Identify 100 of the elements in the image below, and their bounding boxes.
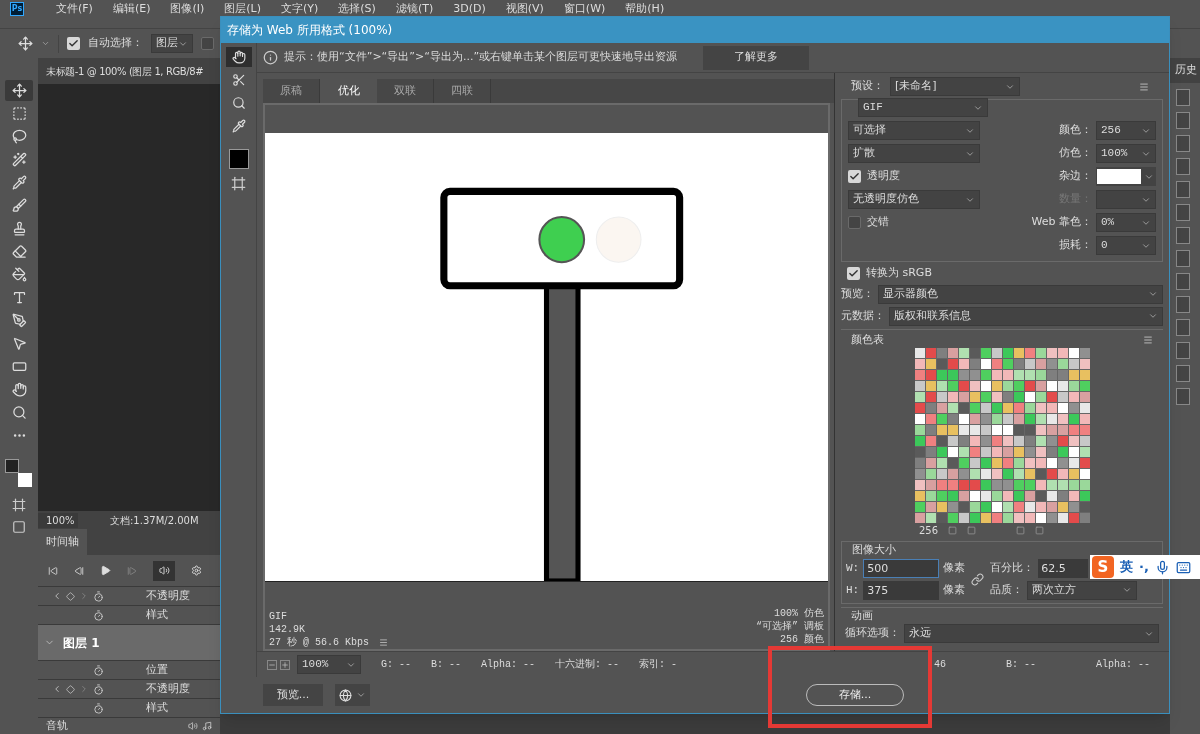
history-row-icon[interactable] (1176, 272, 1190, 290)
value-dropdown[interactable]: 100% (1096, 144, 1156, 163)
keyframe-icon[interactable] (66, 684, 75, 694)
hand-icon[interactable] (231, 50, 246, 64)
marquee-icon[interactable] (11, 106, 27, 121)
zoom-out-icon[interactable] (267, 659, 277, 670)
value-dropdown[interactable]: 0 (1096, 236, 1156, 255)
learn-more-button[interactable]: 了解更多 (703, 45, 810, 70)
panel-menu-icon[interactable] (1139, 81, 1149, 92)
history-row-icon[interactable] (1176, 295, 1190, 313)
link-icon[interactable] (971, 572, 985, 586)
eyedropper-icon[interactable] (11, 175, 27, 190)
quality-dropdown[interactable]: 两次立方 (1027, 580, 1138, 600)
stopwatch-icon[interactable] (93, 702, 104, 714)
stopwatch-icon[interactable] (93, 609, 104, 621)
play-icon[interactable] (100, 565, 111, 576)
menu-icon[interactable] (379, 638, 388, 647)
menu-item[interactable]: 窗口(W) (563, 2, 606, 16)
option-dropdown[interactable]: 无透明度仿色 (848, 190, 980, 209)
menu-item[interactable]: 视图(V) (505, 2, 544, 16)
history-row-icon[interactable] (1176, 364, 1190, 382)
audio-button[interactable] (153, 560, 175, 581)
preview-button[interactable]: 预览... (263, 684, 323, 706)
magic-wand-icon[interactable] (11, 152, 27, 167)
percent-field[interactable]: 62.5 (1038, 558, 1089, 578)
eraser-icon[interactable] (11, 244, 27, 259)
history-row-icon[interactable] (1176, 180, 1190, 198)
pen-icon[interactable] (11, 313, 27, 328)
microphone-icon[interactable] (1154, 559, 1170, 575)
panel-menu-icon[interactable] (1143, 334, 1153, 345)
zoom-dropdown[interactable]: 100% (297, 655, 361, 674)
previous-keyframe-icon[interactable] (52, 684, 62, 694)
stamp-icon[interactable] (11, 221, 27, 236)
view-tab[interactable]: 双联 (377, 79, 434, 103)
timeline-tab[interactable]: 时间轴 (38, 529, 87, 555)
option-dropdown[interactable]: 扩散 (848, 144, 980, 163)
value-dropdown[interactable]: 256 (1096, 121, 1156, 140)
preview-dropdown[interactable]: 显示器颜色 (878, 284, 1163, 304)
brush-icon[interactable] (11, 198, 27, 213)
menu-item[interactable]: 编辑(E) (112, 2, 151, 16)
menu-item[interactable]: 图像(I) (170, 2, 205, 16)
menu-item[interactable]: 3D(D) (453, 2, 486, 16)
target-dropdown[interactable]: 图层 (151, 34, 193, 53)
hand-icon[interactable] (11, 382, 27, 397)
history-row-icon[interactable] (1176, 88, 1190, 106)
history-row-icon[interactable] (1176, 226, 1190, 244)
checkbox[interactable] (848, 170, 861, 183)
previous-keyframe-icon[interactable] (52, 591, 62, 601)
eyedropper-icon[interactable] (231, 119, 246, 133)
metadata-dropdown[interactable]: 版权和联系信息 (889, 306, 1163, 326)
keyboard-icon[interactable] (1175, 559, 1191, 575)
stopwatch-icon[interactable] (93, 683, 104, 695)
keyframe-icon[interactable] (66, 591, 75, 601)
checkbox[interactable] (847, 266, 860, 280)
move-icon[interactable] (18, 36, 33, 51)
view-tab[interactable]: 四联 (434, 79, 491, 103)
history-row-icon[interactable] (1176, 203, 1190, 221)
volume-icon[interactable] (188, 721, 198, 731)
pointer-icon[interactable] (11, 336, 27, 351)
history-row-icon[interactable] (1176, 341, 1190, 359)
chevron-down-icon[interactable] (41, 39, 50, 48)
value-dropdown[interactable]: 0% (1096, 213, 1156, 232)
height-field[interactable]: 375 (863, 580, 940, 600)
menu-item[interactable]: 文件(F) (56, 2, 93, 16)
history-row-icon[interactable] (1176, 134, 1190, 152)
hand-tool[interactable] (225, 47, 252, 67)
slice-color-swatch[interactable] (228, 149, 249, 169)
checkbox[interactable] (848, 216, 861, 229)
settings-icon[interactable] (191, 565, 202, 576)
history-panel-title[interactable]: 历史 (1170, 58, 1200, 83)
history-row-icon[interactable] (1176, 249, 1190, 267)
history-row-icon[interactable] (1176, 111, 1190, 129)
stopwatch-icon[interactable] (93, 590, 104, 602)
move-tool[interactable] (5, 80, 33, 101)
menu-item[interactable]: 文字(Y) (281, 2, 319, 16)
menu-item[interactable]: 选择(S) (338, 2, 376, 16)
checkbox[interactable] (67, 37, 80, 50)
menu-item[interactable]: 帮助(H) (625, 2, 665, 16)
previous-frame-icon[interactable] (74, 565, 84, 576)
type-icon[interactable] (11, 290, 27, 305)
preset-dropdown[interactable]: [未命名] (890, 77, 1020, 96)
checkbox[interactable] (201, 37, 214, 50)
move-icon[interactable] (11, 83, 27, 98)
input-mode[interactable]: 英 (1120, 557, 1133, 577)
browser-dropdown[interactable] (335, 684, 370, 706)
punctuation-mode[interactable]: ·, (1139, 557, 1149, 577)
width-field[interactable]: 500 (863, 558, 940, 578)
loop-dropdown[interactable]: 永远 (904, 624, 1159, 643)
matte-dropdown[interactable] (1096, 167, 1156, 186)
zoom-icon[interactable] (11, 405, 27, 420)
history-row-icon[interactable] (1176, 157, 1190, 175)
speaker-icon[interactable] (158, 565, 170, 576)
paint-bucket-icon[interactable] (11, 267, 27, 282)
background-color-swatch[interactable] (18, 473, 32, 487)
rectangle-icon[interactable] (11, 359, 27, 374)
history-row-icon[interactable] (1176, 387, 1190, 405)
app-logo[interactable]: Ps (10, 2, 24, 16)
menu-item[interactable]: 图层(L) (224, 2, 261, 16)
music-icon[interactable] (202, 721, 212, 731)
option-dropdown[interactable]: 可选择 (848, 121, 980, 140)
